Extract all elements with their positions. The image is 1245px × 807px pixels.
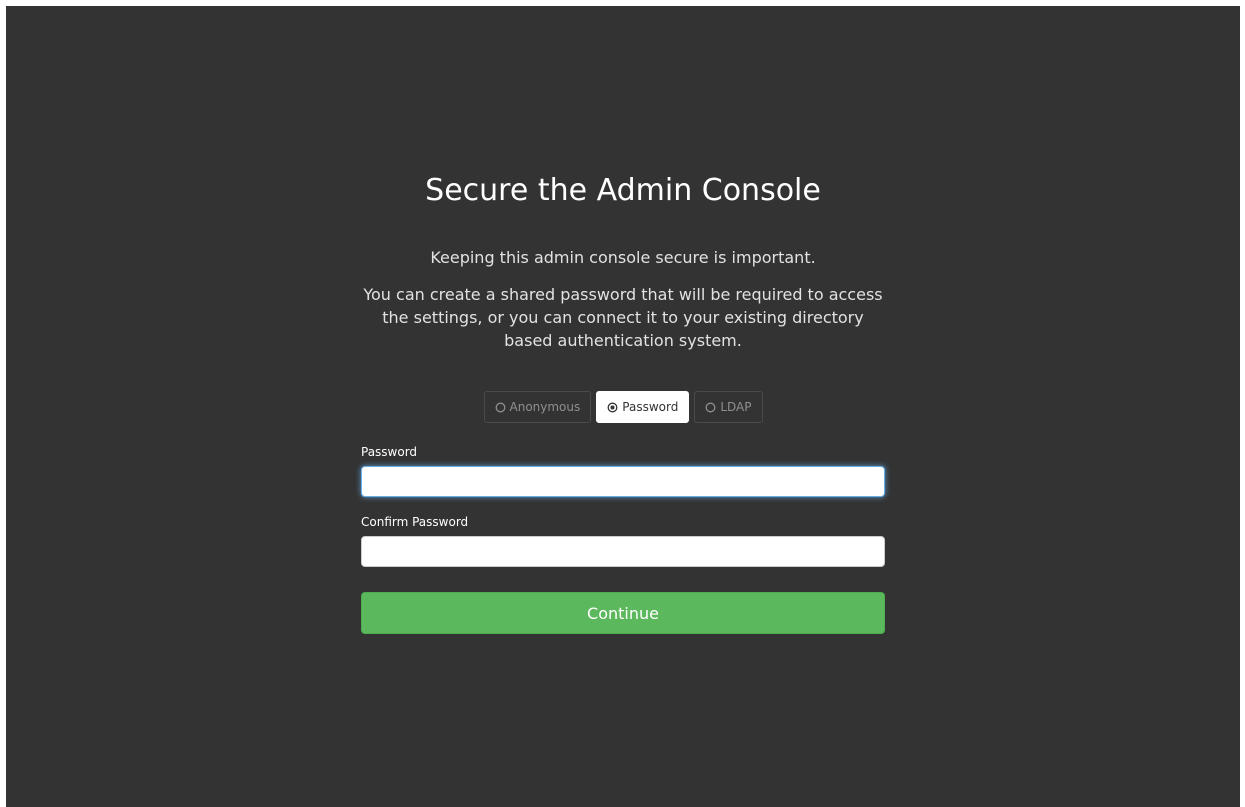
description-text: You can create a shared password that wi… xyxy=(363,285,883,350)
radio-unchecked-icon xyxy=(705,402,716,412)
confirm-password-label: Confirm Password xyxy=(361,515,469,529)
auth-option-password[interactable]: Password xyxy=(596,391,690,423)
app-frame: Secure the Admin Console Keeping this ad… xyxy=(6,6,1240,807)
auth-method-selector: Anonymous Password LDAP xyxy=(361,391,885,423)
password-field[interactable] xyxy=(361,466,885,497)
page-title: Secure the Admin Console xyxy=(425,173,821,208)
auth-option-anonymous[interactable]: Anonymous xyxy=(483,391,592,423)
auth-option-label: LDAP xyxy=(720,400,752,414)
radio-unchecked-icon xyxy=(495,402,505,412)
continue-button[interactable]: Continue xyxy=(361,592,885,634)
auth-option-label: Anonymous xyxy=(509,400,581,414)
password-label: Password xyxy=(361,445,418,459)
confirm-password-field[interactable] xyxy=(361,536,885,567)
intro-text: Keeping this admin console secure is imp… xyxy=(430,248,816,267)
auth-option-ldap[interactable]: LDAP xyxy=(694,391,763,423)
radio-checked-icon xyxy=(607,402,618,412)
auth-option-label: Password xyxy=(622,400,679,414)
